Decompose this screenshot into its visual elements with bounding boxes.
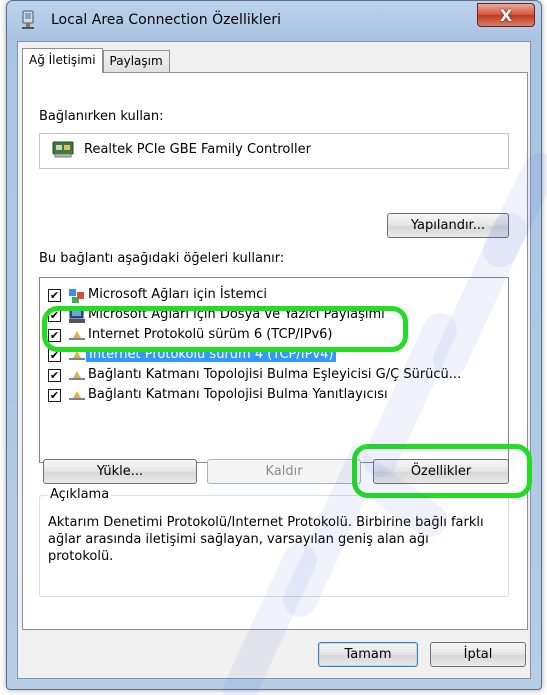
protocol-icon (69, 391, 85, 400)
checkbox[interactable]: ✔ (48, 389, 61, 402)
cancel-button[interactable]: İptal (430, 642, 526, 667)
list-item[interactable]: ✔ Microsoft Ağları için İstemci (48, 286, 508, 306)
list-item-label: Internet Protokolü sürüm 6 (TCP/IPv6) (88, 327, 333, 342)
protocol-icon (69, 371, 85, 380)
checkbox[interactable]: ✔ (48, 329, 61, 342)
checkbox[interactable]: ✔ (48, 289, 61, 302)
close-icon: X (499, 5, 513, 25)
checkbox[interactable]: ✔ (48, 369, 61, 382)
configure-button[interactable]: Yapılandır... (387, 213, 509, 238)
uninstall-button[interactable]: Kaldır (207, 459, 361, 484)
list-item-label: Bağlantı Katmanı Topolojisi Bulma Eşleyi… (88, 367, 462, 382)
protocol-icon (69, 351, 85, 360)
items-label: Bu bağlantı aşağıdaki öğeleri kullanır: (39, 251, 285, 266)
list-item[interactable]: ✔ Bağlantı Katmanı Topolojisi Bulma Yanı… (48, 386, 508, 406)
install-button[interactable]: Yükle... (43, 459, 197, 484)
adapter-box: Realtek PCIe GBE Family Controller (39, 133, 509, 169)
connect-using-label: Bağlanırken kullan: (39, 109, 164, 124)
properties-button[interactable]: Özellikler (373, 459, 509, 484)
close-button[interactable]: X (477, 3, 535, 27)
description-text: Aktarım Denetimi Protokolü/Internet Prot… (48, 515, 484, 564)
description-group: Açıklama Aktarım Denetimi Protokolü/Inte… (39, 487, 509, 597)
printer-share-icon (69, 308, 85, 323)
window-title: Local Area Connection Özellikleri (51, 12, 281, 28)
ok-button[interactable]: Tamam (318, 642, 418, 667)
list-item[interactable]: ✔ Internet Protokolü sürüm 4 (TCP/IPv4) (48, 346, 508, 366)
network-connection-icon (22, 10, 34, 29)
tab-sharing[interactable]: Paylaşım (102, 50, 170, 72)
components-list[interactable]: ✔ Microsoft Ağları için İstemci ✔ Micros… (39, 277, 509, 463)
protocol-icon (69, 331, 85, 340)
network-client-icon (69, 289, 84, 303)
dialog-client-area: Ağ İletişimi Paylaşım Bağlanırken kullan… (17, 41, 531, 679)
list-item-label: Bağlantı Katmanı Topolojisi Bulma Yanıtl… (88, 387, 388, 402)
checkbox[interactable]: ✔ (48, 309, 61, 322)
list-item[interactable]: ✔ Bağlantı Katmanı Topolojisi Bulma Eşle… (48, 366, 508, 386)
list-item[interactable]: ✔ Microsoft Ağları için Dosya ve Yazıcı … (48, 306, 508, 326)
list-item-label: Microsoft Ağları için Dosya ve Yazıcı Pa… (88, 307, 385, 322)
network-adapter-icon (52, 141, 74, 158)
checkbox[interactable]: ✔ (48, 349, 61, 362)
title-bar[interactable]: Local Area Connection Özellikleri X (7, 1, 541, 39)
list-item-label: Microsoft Ağları için İstemci (88, 287, 267, 302)
description-title: Açıklama (48, 487, 112, 502)
tab-strip: Ağ İletişimi Paylaşım (22, 48, 170, 73)
list-item[interactable]: ✔ Internet Protokolü sürüm 6 (TCP/IPv6) (48, 326, 508, 346)
list-item-label: Internet Protokolü sürüm 4 (TCP/IPv4) (86, 347, 337, 362)
tab-panel: Bağlanırken kullan: Realtek PCIe GBE Fam… (22, 72, 528, 630)
tab-networking[interactable]: Ağ İletişimi (22, 48, 103, 73)
adapter-name: Realtek PCIe GBE Family Controller (84, 142, 311, 157)
properties-window: Local Area Connection Özellikleri X Ağ İ… (6, 0, 542, 690)
